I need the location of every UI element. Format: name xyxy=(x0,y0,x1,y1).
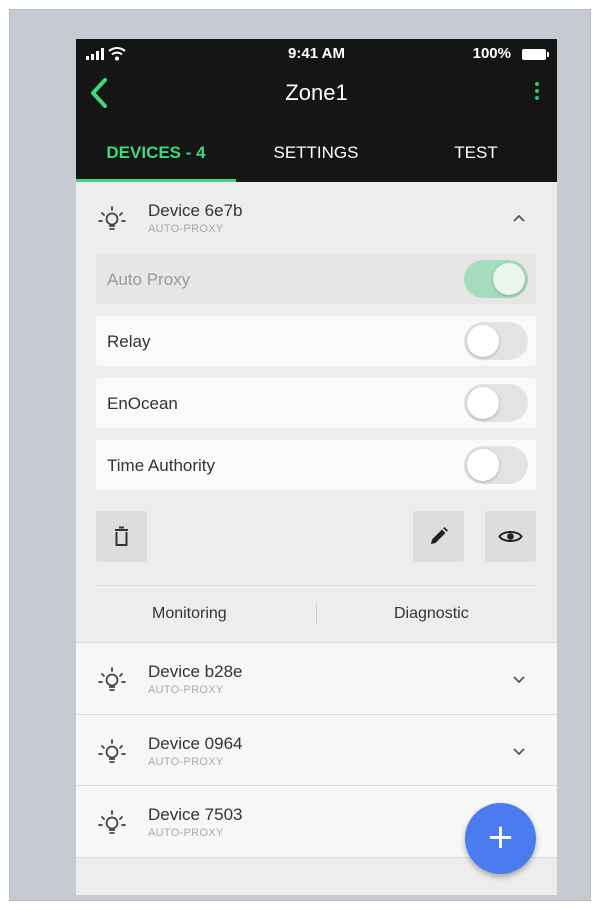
battery-percent: 100% xyxy=(472,45,511,62)
tab-diagnostic[interactable]: Diagnostic xyxy=(394,605,469,623)
tab-monitoring[interactable]: Monitoring xyxy=(152,605,227,623)
bulb-icon xyxy=(98,206,126,230)
enocean-toggle[interactable] xyxy=(464,384,528,422)
device-header-expanded[interactable]: Device 6e7b AUTO-PROXY xyxy=(76,182,557,253)
tab-test[interactable]: TEST xyxy=(396,131,556,182)
option-relay[interactable]: Relay xyxy=(96,316,536,366)
trash-icon xyxy=(115,526,128,546)
pencil-icon xyxy=(431,527,448,544)
device-name: Device b28e xyxy=(148,662,243,681)
option-label: Auto Proxy xyxy=(107,270,191,289)
tab-settings[interactable]: SETTINGS xyxy=(236,131,396,182)
edit-button[interactable] xyxy=(413,511,464,562)
bulb-icon xyxy=(98,810,126,834)
tab-bar: DEVICES - 4 SETTINGS TEST xyxy=(76,131,557,182)
page-title: Zone1 xyxy=(285,80,348,105)
device-mode: AUTO-PROXY xyxy=(148,827,224,839)
phone-screen: 9:41 AM 100% Zone1 DEVICES - 4 SETTINGS … xyxy=(76,39,557,895)
option-time-authority[interactable]: Time Authority xyxy=(96,440,536,490)
bulb-icon xyxy=(98,667,126,691)
option-auto-proxy: Auto Proxy xyxy=(96,254,536,304)
sub-tab-separator xyxy=(316,604,317,624)
bulb-icon xyxy=(98,739,126,763)
device-mode: AUTO-PROXY xyxy=(148,223,224,235)
battery-icon xyxy=(522,49,549,60)
option-label: Time Authority xyxy=(107,456,216,475)
chevron-down-icon[interactable] xyxy=(511,673,527,685)
screenshot-frame: 9:41 AM 100% Zone1 DEVICES - 4 SETTINGS … xyxy=(9,9,591,901)
delete-button[interactable] xyxy=(96,511,147,562)
device-mode: AUTO-PROXY xyxy=(148,684,224,696)
sub-tab-bar: Monitoring Diagnostic xyxy=(96,585,536,641)
add-device-button[interactable]: + xyxy=(465,803,536,874)
option-label: Relay xyxy=(107,332,151,351)
view-button[interactable] xyxy=(485,511,536,562)
time-authority-toggle[interactable] xyxy=(464,446,528,484)
eye-icon xyxy=(498,531,523,542)
relay-toggle[interactable] xyxy=(464,322,528,360)
more-vertical-icon[interactable] xyxy=(529,82,545,106)
device-name: Device 7503 xyxy=(148,805,243,824)
option-label: EnOcean xyxy=(107,394,178,413)
device-mode: AUTO-PROXY xyxy=(148,756,224,768)
plus-icon: + xyxy=(486,817,515,857)
tab-devices[interactable]: DEVICES - 4 xyxy=(76,131,236,182)
device-row[interactable]: Device b28e AUTO-PROXY xyxy=(76,643,557,714)
chevron-up-icon[interactable] xyxy=(511,212,527,224)
device-name: Device 6e7b xyxy=(148,201,243,220)
chevron-down-icon[interactable] xyxy=(511,745,527,757)
auto-proxy-toggle xyxy=(464,260,528,298)
option-enocean[interactable]: EnOcean xyxy=(96,378,536,428)
device-name: Device 0964 xyxy=(148,734,243,753)
app-header: 9:41 AM 100% Zone1 DEVICES - 4 SETTINGS … xyxy=(76,39,557,182)
device-row[interactable]: Device 0964 AUTO-PROXY xyxy=(76,715,557,786)
